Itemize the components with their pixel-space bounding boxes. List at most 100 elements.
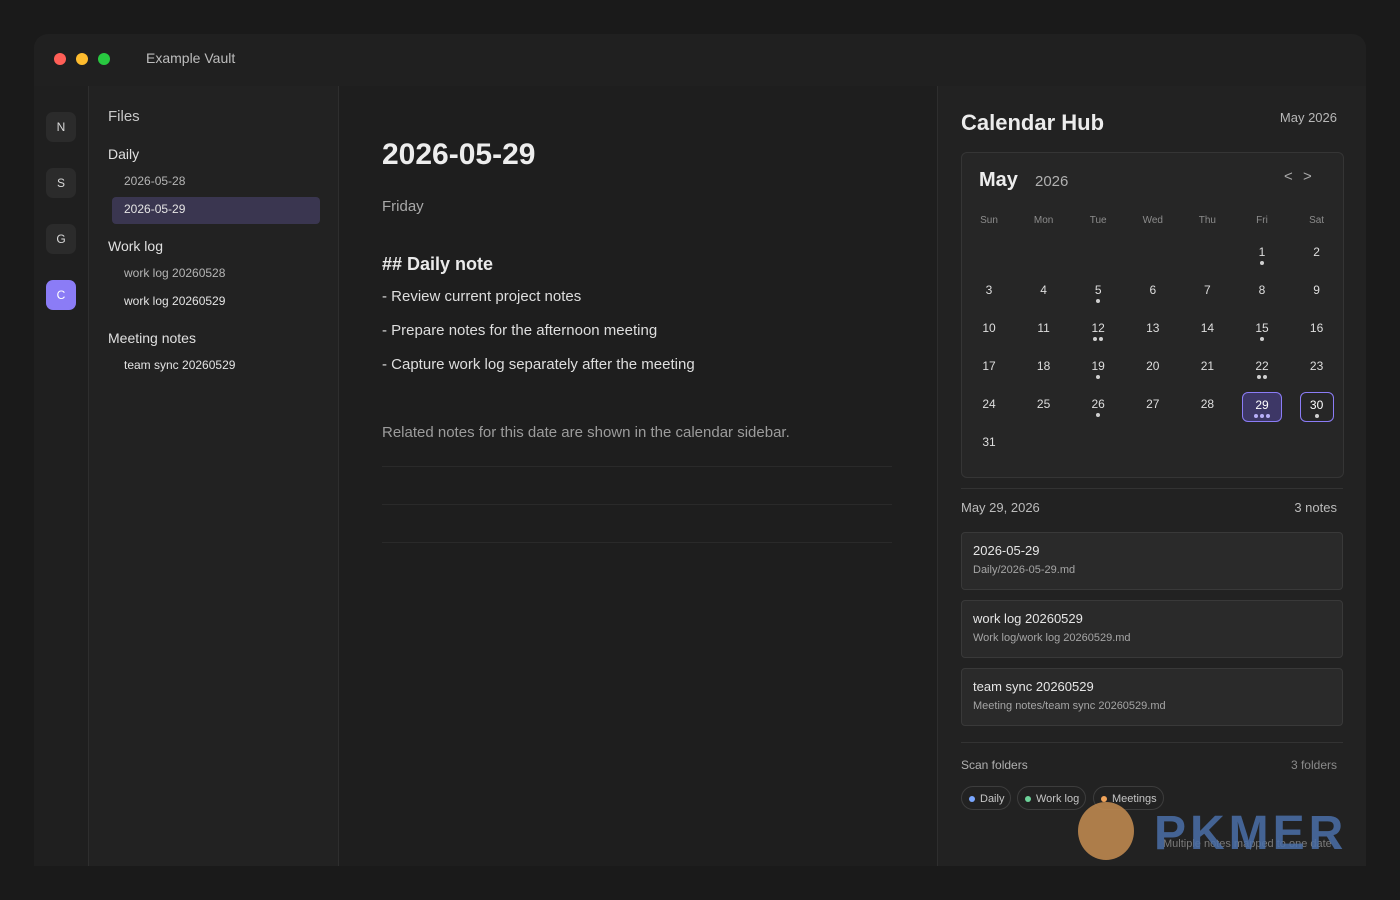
calendar-day-number: 13	[1146, 321, 1160, 335]
note-title[interactable]: 2026-05-29	[382, 138, 535, 172]
calendar-day[interactable]: 7	[1187, 278, 1227, 308]
note-dots-indicator	[1078, 413, 1118, 417]
note-dot-icon	[1096, 375, 1101, 379]
ribbon-button-graph[interactable]: G	[46, 224, 76, 254]
note-dot-icon	[1260, 414, 1264, 418]
calendar-day[interactable]: 23	[1297, 354, 1337, 384]
note-dot-icon	[1096, 413, 1101, 417]
note-dot-icon	[1099, 337, 1104, 341]
calendar-day-number: 2	[1313, 245, 1320, 259]
calendar-day[interactable]: 4	[1024, 278, 1064, 308]
calendar-day-number: 22	[1255, 359, 1269, 373]
calendar-day[interactable]: 19	[1078, 354, 1118, 384]
calendar-day-number: 8	[1258, 283, 1266, 297]
calendar-day[interactable]: 3	[969, 278, 1009, 308]
minimize-window-button[interactable]	[76, 53, 88, 65]
calendar-day[interactable]: 18	[1024, 354, 1064, 384]
calendar-day[interactable]: 22	[1242, 354, 1282, 384]
calendar-day[interactable]: 26	[1078, 392, 1118, 422]
note-dots-indicator	[1243, 414, 1281, 418]
logo-badge-icon	[1078, 802, 1134, 860]
note-card-path: Work log/work log 20260529.md	[973, 632, 1131, 644]
calendar-day-number: 6	[1149, 283, 1157, 297]
folder-meeting-notes[interactable]: Meeting notes	[108, 330, 196, 346]
calendar-day[interactable]: 20	[1133, 354, 1173, 384]
note-dots-indicator	[1242, 261, 1282, 265]
chip-label: Daily	[980, 793, 1005, 805]
note-card[interactable]: team sync 20260529 Meeting notes/team sy…	[961, 668, 1343, 726]
ribbon-button-search[interactable]: S	[46, 168, 76, 198]
ribbon: N S G C	[34, 86, 89, 866]
calendar-day-number: 21	[1200, 359, 1215, 373]
file-item-active[interactable]: 2026-05-29	[124, 202, 185, 216]
calendar-day[interactable]: 11	[1024, 316, 1064, 346]
note-card-title: team sync 20260529	[973, 679, 1094, 694]
calendar-day-number: 17	[982, 359, 996, 373]
calendar-day[interactable]: 6	[1133, 278, 1173, 308]
calendar-day[interactable]: 27	[1133, 392, 1173, 422]
calendar-day[interactable]: 5	[1078, 278, 1118, 308]
calendar-day[interactable]: 8	[1242, 278, 1282, 308]
calendar-day-number: 5	[1094, 283, 1102, 297]
scan-folders-count: 3 folders	[1290, 758, 1337, 772]
close-window-button[interactable]	[54, 53, 66, 65]
calendar-day-number: 19	[1091, 359, 1105, 373]
calendar-day[interactable]: 13	[1133, 316, 1173, 346]
folder-chip-daily[interactable]: Daily	[961, 786, 1012, 810]
calendar-day[interactable]: 16	[1297, 316, 1337, 346]
calendar-day[interactable]: 24	[969, 392, 1009, 422]
calendar-day[interactable]: 17	[969, 354, 1009, 384]
calendar-day[interactable]: 28	[1187, 392, 1227, 422]
note-card[interactable]: 2026-05-29 Daily/2026-05-29.md	[961, 532, 1343, 590]
calendar-day-number: 4	[1040, 283, 1047, 297]
calendar-day-number: 18	[1036, 359, 1051, 373]
divider	[382, 466, 892, 467]
calendar-day[interactable]: 21	[1187, 354, 1227, 384]
calendar-day[interactable]: 1	[1242, 240, 1282, 270]
note-dots-indicator	[1078, 299, 1118, 303]
previous-month-button[interactable]: <	[1284, 168, 1293, 185]
divider	[961, 742, 1343, 743]
calendar-day[interactable]: 2	[1297, 240, 1337, 270]
vault-title: Example Vault	[146, 50, 236, 66]
folder-daily[interactable]: Daily	[108, 146, 139, 162]
divider	[382, 542, 892, 543]
note-bullet[interactable]: - Capture work log separately after the …	[382, 356, 695, 373]
ribbon-button-notes[interactable]: N	[46, 112, 76, 142]
scan-folders-label: Scan folders	[961, 758, 1028, 772]
note-heading[interactable]: ## Daily note	[382, 254, 493, 275]
note-weekday[interactable]: Friday	[382, 198, 424, 215]
note-card[interactable]: work log 20260529 Work log/work log 2026…	[961, 600, 1343, 658]
calendar-day[interactable]: 9	[1297, 278, 1337, 308]
related-notes-text[interactable]: Related notes for this date are shown in…	[382, 424, 790, 441]
watermark-text: PKMER	[1154, 807, 1348, 860]
calendar-day[interactable]: 31	[969, 430, 1009, 460]
calendar-day-number: 31	[982, 435, 996, 449]
calendar-day-number: 26	[1091, 397, 1105, 411]
maximize-window-button[interactable]	[98, 53, 110, 65]
calendar-year: 2026	[1035, 173, 1069, 190]
weekday-header: Mon	[1033, 215, 1054, 226]
file-explorer-title: Files	[108, 108, 140, 125]
ribbon-button-calendar[interactable]: C	[46, 280, 76, 310]
calendar-day[interactable]: 14	[1187, 316, 1227, 346]
folder-work-log[interactable]: Work log	[108, 238, 163, 254]
calendar-day[interactable]: 12	[1078, 316, 1118, 346]
calendar-day[interactable]: 29	[1242, 392, 1282, 422]
calendar-day[interactable]: 25	[1024, 392, 1064, 422]
file-item[interactable]: work log 20260529	[124, 294, 225, 308]
file-item[interactable]: 2026-05-28	[124, 174, 185, 188]
note-dot-icon	[1257, 375, 1261, 379]
calendar-day[interactable]: 10	[969, 316, 1009, 346]
weekday-header: Tue	[1089, 215, 1107, 226]
next-month-button[interactable]: >	[1303, 168, 1312, 185]
file-item[interactable]: team sync 20260529	[124, 358, 235, 372]
note-dot-icon	[1314, 414, 1319, 418]
calendar-day[interactable]: 15	[1242, 316, 1282, 346]
calendar-day[interactable]: 30	[1299, 392, 1334, 422]
note-bullet[interactable]: - Review current project notes	[382, 288, 581, 305]
editor-pane[interactable]: 2026-05-29 Friday ## Daily note - Review…	[339, 86, 936, 866]
file-item[interactable]: work log 20260528	[124, 266, 225, 280]
chip-label: Work log	[1036, 793, 1080, 805]
note-bullet[interactable]: - Prepare notes for the afternoon meetin…	[382, 322, 657, 339]
